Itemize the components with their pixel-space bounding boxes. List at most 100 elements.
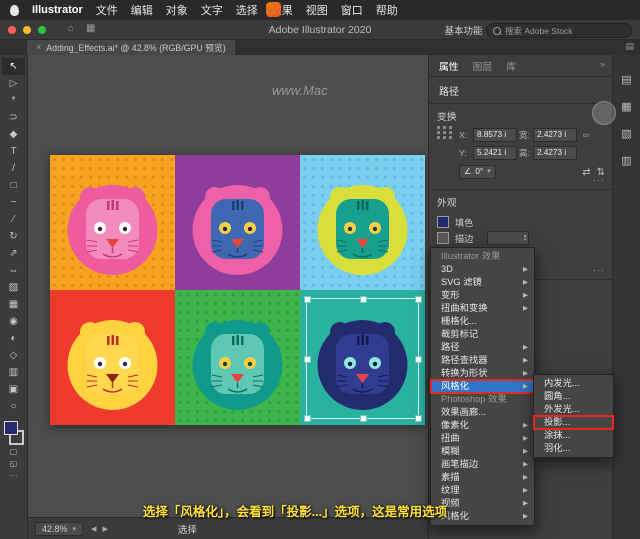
gradient-tool-icon[interactable]: ▨ [2,279,25,296]
canvas[interactable]: www.Mac [27,55,428,518]
symbol-sprayer-tool-icon[interactable]: ◇ [2,347,25,364]
menu-item-distort[interactable]: 扭曲▶ [431,432,534,445]
eyedropper-tool-icon[interactable]: ◉ [2,313,25,330]
workspace-switcher[interactable]: 基本功能 ▾ [444,23,490,37]
apple-menu-icon[interactable] [10,5,19,16]
close-tab-icon[interactable]: × [36,42,41,52]
selection-handle[interactable] [304,356,311,363]
stroke-weight-stepper[interactable]: ▴ ▾ [487,231,529,245]
mesh-tool-icon[interactable]: ▦ [2,296,25,313]
submenu-item-feather[interactable]: 羽化... [534,442,613,455]
adobe-stock-search[interactable]: 搜索 Adobe Stock [486,23,632,38]
transform-more-options[interactable]: ··· [593,175,605,185]
menubar-item-0[interactable]: 文件 [96,2,118,18]
menu-item-warp[interactable]: 变形▶ [431,289,534,302]
panel-tab-1[interactable]: 图层 [473,59,493,73]
submenu-item-scribble[interactable]: 涂抹... [534,429,613,442]
menubar-item-1[interactable]: 编辑 [131,2,153,18]
toolbar-more-icon[interactable]: ··· [10,471,18,483]
fill-color-swatch[interactable] [437,216,449,228]
menu-item-blur[interactable]: 模糊▶ [431,445,534,458]
selection-handle[interactable] [304,296,311,303]
menubar-item-6[interactable]: 视图 [306,2,328,18]
type-tool-icon[interactable]: T [2,143,25,160]
screen-mode-icon[interactable]: ◱ [10,459,18,471]
fill-swatch[interactable] [4,421,18,435]
prev-artboard-icon[interactable]: ◀ [91,525,96,533]
lion-tile-6[interactable] [300,290,425,425]
artboard-navigation[interactable]: ◀ ▶ [91,525,108,533]
flip-horizontal-icon[interactable]: ⇄ [582,167,590,178]
lion-tile-4[interactable] [50,290,175,425]
artboard-tool-icon[interactable]: ▣ [2,381,25,398]
menu-item-brush-strokes[interactable]: 画笔描边▶ [431,458,534,471]
constrain-proportions-icon[interactable]: ∞ [577,130,595,140]
tab-list-icon[interactable]: ▤ [625,41,634,52]
color-panel-icon[interactable]: ▤ [621,73,631,86]
submenu-item-drop-shadow[interactable]: 投影... [534,416,613,429]
menubar-item-2[interactable]: 对象 [166,2,188,18]
pen-tool-icon[interactable]: ◆ [2,126,25,143]
app-menu-illustrator[interactable]: Illustrator [32,4,83,16]
submenu-item-outer-glow[interactable]: 外发光... [534,403,613,416]
selection-handle[interactable] [415,356,422,363]
y-field[interactable]: 5.2421 i [473,146,517,160]
brushes-panel-icon[interactable]: ▧ [621,127,631,140]
rotation-angle-field[interactable]: ∠ 0° ▾ [459,165,496,179]
document-tab[interactable]: × Adding_Effects.ai* @ 42.8% (RGB/GPU 预览… [27,39,235,55]
lion-tile-2[interactable] [175,155,300,290]
paintbrush-tool-icon[interactable]: ~ [2,194,25,211]
selection-handle[interactable] [415,415,422,422]
menu-item-pixelate[interactable]: 像素化▶ [431,419,534,432]
zoom-level-dropdown[interactable]: 42.8% ▾ [35,522,83,536]
menu-item-distort-and-transform[interactable]: 扭曲和变换▶ [431,302,534,315]
lion-tile-3[interactable] [300,155,425,290]
zoom-tool-icon[interactable]: ○ [2,398,25,415]
menu-item-convert-to-shape[interactable]: 转换为形状▶ [431,367,534,380]
draw-normal-mode-icon[interactable]: ▢ [10,447,18,459]
magic-wand-tool-icon[interactable]: * [2,92,25,109]
blend-tool-icon[interactable]: ◐ [2,330,25,347]
line-segment-tool-icon[interactable]: / [2,160,25,177]
lion-tile-5[interactable] [175,290,300,425]
selection-handle[interactable] [360,296,367,303]
menubar-item-7[interactable]: 窗口 [341,2,363,18]
menu-item-sketch[interactable]: 素描▶ [431,471,534,484]
reference-point-locator[interactable] [437,126,453,139]
menu-item-stylize[interactable]: 风格化▶ [431,380,534,393]
panel-tabs-chevrons-icon[interactable]: » [600,59,605,69]
selection-bounding-box[interactable] [306,298,419,419]
artboard[interactable] [50,155,425,425]
next-artboard-icon[interactable]: ▶ [102,525,107,533]
fill-stroke-swatches[interactable] [4,421,24,445]
height-field[interactable]: 2.4273 i [533,146,577,160]
selection-tool-icon[interactable]: ↖ [2,58,25,75]
menu-item-svg-filters[interactable]: SVG 滤镜▶ [431,276,534,289]
rectangle-tool-icon[interactable]: □ [2,177,25,194]
selection-handle[interactable] [304,415,311,422]
menu-item-path[interactable]: 路径▶ [431,341,534,354]
direct-selection-tool-icon[interactable]: ▷ [2,75,25,92]
menu-item-rasterize[interactable]: 栅格化... [431,315,534,328]
x-field[interactable]: 8.8573 i [473,128,517,142]
menubar-item-8[interactable]: 帮助 [376,2,398,18]
width-tool-icon[interactable]: ⇔ [2,262,25,279]
rotate-tool-icon[interactable]: ↻ [2,228,25,245]
lasso-tool-icon[interactable]: ⊃ [2,109,25,126]
swatches-panel-icon[interactable]: ▦ [621,100,631,113]
scale-tool-icon[interactable]: ⇗ [2,245,25,262]
stroke-color-swatch[interactable] [437,232,449,244]
menubar-item-3[interactable]: 文字 [201,2,223,18]
menubar-item-4[interactable]: 选择 [236,2,258,18]
stepper-down-icon[interactable]: ▾ [524,238,527,242]
pencil-tool-icon[interactable]: ∕ [2,211,25,228]
menu-item-texture[interactable]: 纹理▶ [431,484,534,497]
layers-panel-icon[interactable]: ▥ [621,154,631,167]
appearance-more-options[interactable]: ··· [593,265,605,275]
graph-tool-icon[interactable]: ▥ [2,364,25,381]
lion-tile-1[interactable] [50,155,175,290]
submenu-item-round-corners[interactable]: 圆角... [534,390,613,403]
menu-item-effect-gallery[interactable]: 效果画廊... [431,406,534,419]
selection-handle[interactable] [415,296,422,303]
menu-item-pathfinder[interactable]: 路径查找器▶ [431,354,534,367]
